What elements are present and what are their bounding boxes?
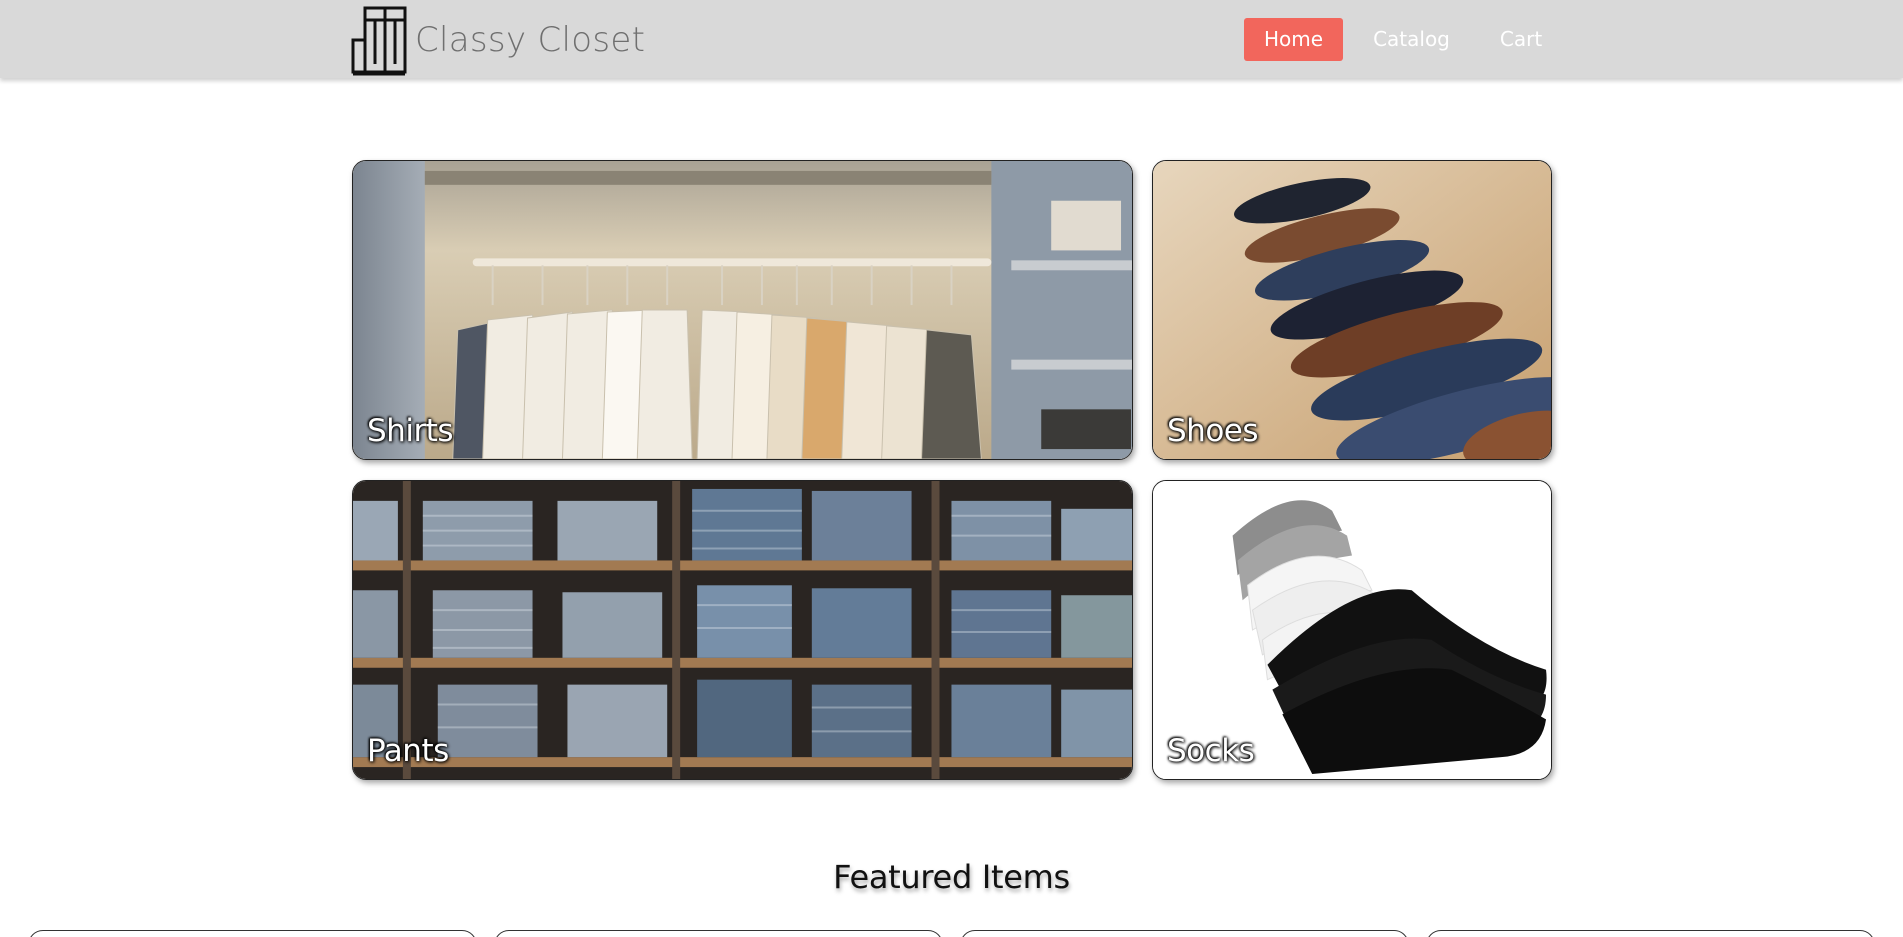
category-tile-shoes[interactable]: Shoes — [1152, 160, 1552, 460]
brand-name: Classy Closet — [415, 20, 646, 60]
nav-home[interactable]: Home — [1244, 18, 1344, 61]
category-label: Shoes — [1167, 413, 1259, 449]
category-label: Socks — [1167, 733, 1255, 769]
nav-catalog[interactable]: Catalog — [1353, 18, 1470, 61]
featured-item-card[interactable] — [1426, 930, 1875, 937]
featured-item-card[interactable] — [28, 930, 477, 937]
category-label: Shirts — [367, 413, 454, 449]
featured-items-heading: Featured Items — [833, 858, 1070, 896]
main-nav: Home Catalog Cart — [1244, 18, 1562, 61]
featured-item-card[interactable] — [494, 930, 943, 937]
category-tile-shirts[interactable]: Shirts — [352, 160, 1133, 460]
category-tile-pants[interactable]: Pants — [352, 480, 1133, 780]
category-tile-socks[interactable]: Socks — [1152, 480, 1552, 780]
category-label: Pants — [367, 733, 449, 769]
closet-logo-icon — [351, 6, 407, 76]
featured-item-card[interactable] — [960, 930, 1409, 937]
logo[interactable]: Classy Closet — [351, 4, 645, 76]
nav-cart[interactable]: Cart — [1480, 18, 1562, 61]
pants-shelves-image — [353, 481, 1132, 779]
shirts-closet-image — [353, 161, 1132, 459]
site-header: Classy Closet Home Catalog Cart — [0, 0, 1903, 78]
